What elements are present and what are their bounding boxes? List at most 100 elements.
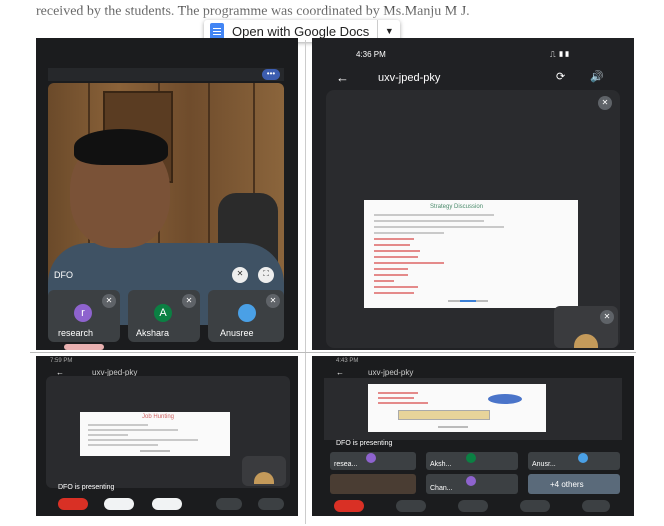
slide-line [88,424,148,426]
others-tile[interactable]: +4 others [528,474,620,494]
video-toggle-button[interactable] [104,498,134,510]
meet-screenshot-4: 4:43 PM ← uxv-jped-pky DFO is presenting… [312,356,634,516]
table-vertical-rule [305,40,306,524]
open-with-label: Open with Google Docs [232,23,370,39]
avatar [238,304,256,322]
self-view-image [254,472,274,484]
fullscreen-icon[interactable]: ⛶ [258,267,274,283]
slide-title: Job Hunting [142,414,175,420]
self-view-image [574,334,598,348]
status-icons: ⎍ ▮▮ [550,50,570,59]
mic-off-icon: ✕ [266,294,280,308]
meeting-code[interactable]: uxv-jped-pky [368,368,413,377]
avatar [366,453,376,463]
slide-line [374,214,494,216]
google-docs-icon [210,22,224,40]
participant-tile[interactable]: Chan... [426,474,518,494]
video-toggle-button[interactable] [396,500,426,512]
presenting-label: DFO is presenting [58,484,115,491]
participant-tile[interactable]: ✕ A Akshara [128,290,200,342]
slide-line [374,262,444,264]
slide-title: Strategy Discussion [430,204,484,210]
speaker-icon[interactable]: 🔊 [590,70,604,83]
participant-name: Chan... [430,485,453,492]
slide-line [374,238,414,240]
status-time: 4:43 PM [336,358,359,364]
chevron-down-icon[interactable]: ▼ [378,26,400,36]
others-count: +4 others [550,480,584,489]
slide-line [374,244,410,246]
slide-line [374,292,414,294]
participant-tile[interactable]: Anusr... [528,452,620,470]
status-time: 7:59 PM [50,358,73,364]
shared-slide: Strategy Discussion [364,200,578,308]
participant-tile[interactable] [330,474,416,494]
slide-progress [140,450,170,452]
slide-line [374,286,418,288]
avatar: r [74,304,92,322]
slide-line [374,232,444,234]
slide-line [374,280,394,282]
slide-line [88,429,178,431]
slide-line [88,439,198,441]
back-arrow-icon[interactable]: ← [336,368,344,377]
bottom-edge [64,344,104,350]
meet-screenshot-2: 4:36 PM ⎍ ▮▮ ← uxv-jped-pky ⟳ 🔊 ✕ Strate… [312,38,634,350]
speaker-video [48,83,284,325]
main-tile-name: DFO [54,270,73,280]
participant-name: Anusr... [532,461,556,468]
slide-line [88,444,158,446]
participant-name: resea... [334,461,358,468]
avatar [466,476,476,486]
self-view-tile[interactable]: ✕ [554,306,618,348]
speaker-hair [74,129,168,165]
hand-raise-button[interactable] [216,498,242,510]
participant-tile[interactable]: Aksh... [426,452,518,470]
avatar [578,453,588,463]
presentation-stage: Job Hunting [46,376,290,488]
document-text-line: received by the students. The programme … [36,4,470,19]
mic-off-icon: ✕ [102,294,116,308]
slide-line [374,226,504,228]
slide-line [378,402,428,404]
participant-tile[interactable]: ✕ r research [48,290,120,342]
slide-line [374,274,408,276]
more-button[interactable] [258,498,284,510]
participant-name: research [58,328,94,338]
mic-off-icon: ✕ [600,310,614,324]
meet-screenshot-1: ••• DFO ✕ ⛶ ✕ r research ✕ A Akshara ✕ A… [36,38,298,350]
shared-slide: Job Hunting [80,412,230,456]
presentation-stage: ✕ Strategy Discussion ✕ [326,90,620,348]
present-button[interactable] [520,500,550,512]
shared-slide [368,384,546,432]
slide-line [374,220,484,222]
slide-line [378,392,418,394]
participant-name: Aksh... [430,461,452,468]
back-arrow-icon[interactable]: ← [336,70,349,85]
top-bar [48,68,284,81]
mic-toggle-button[interactable] [458,500,488,512]
more-options-icon[interactable]: ••• [262,69,280,80]
participant-name: Anusree [220,328,254,338]
table-horizontal-rule [30,352,636,353]
slide-box [398,410,490,420]
mic-off-icon: ✕ [182,294,196,308]
leave-call-button[interactable] [58,498,88,510]
status-time: 4:36 PM [356,50,386,59]
participant-tile[interactable]: resea... [330,452,416,470]
switch-camera-icon[interactable]: ⟳ [556,70,565,83]
participant-name: Akshara [136,328,170,338]
avatar [466,453,476,463]
leave-call-button[interactable] [334,500,364,512]
self-view-tile[interactable] [242,456,286,486]
mic-off-icon: ✕ [598,96,612,110]
mic-toggle-button[interactable] [152,498,182,510]
slide-progress-fill [460,300,476,302]
meeting-code[interactable]: uxv-jped-pky [378,72,440,84]
presentation-stage [324,378,622,440]
participant-tile[interactable]: ✕ Anusree [208,290,284,342]
slide-line [88,434,128,436]
avatar: A [154,304,172,322]
mic-off-icon[interactable]: ✕ [232,267,248,283]
more-button[interactable] [582,500,610,512]
